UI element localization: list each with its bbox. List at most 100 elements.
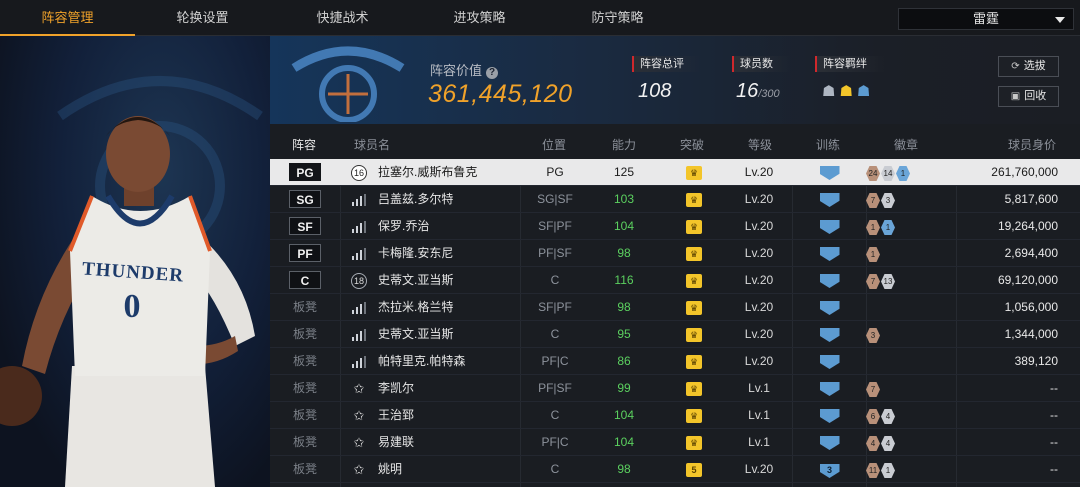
bond-icons[interactable]: ☗☗☗ (822, 82, 874, 100)
table-row[interactable]: PF 卡梅隆.安东尼 PF|SF 98 ♛ Lv.20 1 2,694,400 (270, 240, 1080, 267)
player-name[interactable]: 杰拉米.格兰特 (378, 294, 518, 321)
badge-icon[interactable]: 7 (866, 193, 880, 208)
breakthrough-cell: ♛ (662, 159, 726, 186)
slot-cell[interactable]: 板凳 (270, 402, 340, 429)
col-rating[interactable]: 能力 (612, 136, 636, 153)
player-icon-cell (348, 186, 370, 216)
col-training[interactable]: 训练 (816, 136, 840, 153)
badge-icon[interactable]: 24 (866, 166, 880, 181)
crown-icon: ♛ (686, 274, 702, 288)
player-name[interactable]: 易建联 (378, 429, 518, 456)
badge-icon[interactable]: 4 (866, 436, 880, 451)
tab-lineup[interactable]: 阵容管理 (0, 0, 135, 36)
table-row[interactable]: SF 保罗.乔治 SF|PF 104 ♛ Lv.20 1 1 19,264,000 (270, 213, 1080, 240)
table-row[interactable]: C 18 史蒂文.亚当斯 C 116 ♛ Lv.20 7 13 69,120,000 (270, 267, 1080, 294)
player-name[interactable]: 李凯尔 (378, 375, 518, 402)
slot-cell[interactable]: 板凳 (270, 294, 340, 321)
table-row[interactable]: 板凳 帕特里克.帕特森 PF|C 86 ♛ Lv.20 389,120 (270, 348, 1080, 375)
col-role[interactable]: 位置 (542, 136, 566, 153)
badge-icon[interactable]: 1 (881, 220, 895, 235)
breakthrough-cell: ♛ (662, 402, 726, 429)
tab-quick-tactics[interactable]: 快捷战术 (275, 0, 410, 36)
badge-icon[interactable]: 7 (866, 274, 880, 289)
badge-icon[interactable]: 13 (881, 274, 895, 289)
slot-cell[interactable]: 板凳 (270, 429, 340, 456)
player-name[interactable]: 帕特里克.帕特森 (378, 348, 518, 375)
col-value[interactable]: 球员身价 (1008, 136, 1056, 153)
slot-cell[interactable]: PG (270, 159, 340, 187)
player-name[interactable]: 王治郅 (378, 402, 518, 429)
col-badges[interactable]: 徽章 (894, 136, 918, 153)
slot-cell[interactable]: SF (270, 213, 340, 241)
badge-icon[interactable]: 1 (896, 166, 910, 181)
player-level: Lv.1 (748, 381, 770, 395)
training-shield-icon (819, 409, 840, 423)
player-name[interactable]: 拉塞尔.威斯布鲁克 (378, 159, 518, 186)
training-cell[interactable]: 3 (792, 456, 867, 483)
chevron-down-icon (1055, 17, 1065, 23)
badge-icon[interactable]: 1 (881, 463, 895, 478)
badge-icon[interactable]: 3 (881, 193, 895, 208)
slot-cell[interactable]: SG (270, 186, 340, 214)
player-position: SF|PF (538, 219, 572, 233)
badge-icon[interactable]: 14 (881, 166, 895, 181)
badge-icon[interactable]: 3 (866, 328, 880, 343)
table-row[interactable]: 板凳 ✩ 易建联 PF|C 104 ♛ Lv.1 4 4 -- (270, 429, 1080, 456)
player-level: Lv.20 (744, 327, 774, 341)
player-name[interactable]: 保罗.乔治 (378, 213, 518, 240)
table-row[interactable]: 板凳 ✩ 王治郅 C 104 ♛ Lv.1 6 4 -- (270, 402, 1080, 429)
slot-cell[interactable]: PF (270, 240, 340, 268)
bond-group-icon[interactable]: ☗ (822, 83, 839, 100)
tab-defense[interactable]: 防守策略 (550, 0, 685, 36)
table-row[interactable]: 板凳 杰拉米.格兰特 SF|PF 98 ♛ Lv.20 1,056,000 (270, 294, 1080, 321)
breakthrough-cell: ♛ (662, 348, 726, 375)
col-name[interactable]: 球员名 (354, 136, 390, 153)
slot-cell[interactable]: C (270, 267, 340, 295)
table-row[interactable]: PG 16 拉塞尔.威斯布鲁克 PG 125 ♛ Lv.20 24 14 1 261,760,000 (270, 159, 1080, 186)
team-dropdown[interactable]: 雷霆 (898, 8, 1074, 30)
badge-icon[interactable]: 1 (866, 247, 880, 262)
player-level: Lv.1 (748, 408, 770, 422)
lineup-summary: 阵容价值? 361,445,120 阵容总评 108 球员数 16/300 阵容… (270, 36, 1080, 124)
signal-bars-icon (352, 248, 366, 260)
tab-offense[interactable]: 进攻策略 (412, 0, 547, 36)
bond-group-icon[interactable]: ☗ (839, 83, 856, 100)
slot-cell[interactable]: 板凳 (270, 321, 340, 348)
badge-icon[interactable]: 1 (866, 220, 880, 235)
training-shield-icon (819, 355, 840, 369)
badge-icon[interactable]: 7 (866, 382, 880, 397)
player-level: Lv.20 (744, 273, 774, 287)
draft-button[interactable]: ⟳ 选拔 (998, 56, 1059, 77)
col-breakthrough[interactable]: 突破 (680, 136, 704, 153)
slot-cell[interactable]: 板凳 (270, 348, 340, 375)
top-nav: 阵容管理 轮换设置 快捷战术 进攻策略 防守策略 雷霆 (0, 0, 1080, 36)
player-name[interactable]: 吕盖兹.多尔特 (378, 186, 518, 213)
badge-icon[interactable]: 4 (881, 409, 895, 424)
col-level[interactable]: 等级 (748, 136, 772, 153)
player-value: -- (1050, 381, 1058, 395)
player-name[interactable]: 卡梅隆.安东尼 (378, 240, 518, 267)
bond-group-icon[interactable]: ☗ (857, 83, 874, 100)
badge-icon[interactable]: 11 (866, 463, 880, 478)
tab-rotation[interactable]: 轮换设置 (135, 0, 270, 36)
table-row[interactable]: 板凳 ✩ 姚明 C 98 5 Lv.20 3 11 1 -- (270, 456, 1080, 483)
player-name[interactable]: 史蒂文.亚当斯 (378, 267, 518, 294)
breakthrough-cell: ♛ (662, 375, 726, 402)
crown-icon: ♛ (686, 355, 702, 369)
player-name[interactable]: 姚明 (378, 456, 518, 483)
star-icon: ✩ (353, 462, 365, 477)
table-row[interactable]: 板凳 史蒂文.亚当斯 C 95 ♛ Lv.20 3 1,344,000 (270, 321, 1080, 348)
slot-cell[interactable]: 板凳 (270, 375, 340, 402)
breakthrough-cell: 5 (662, 456, 726, 483)
badge-icon[interactable]: 4 (881, 436, 895, 451)
col-slot[interactable]: 阵容 (292, 136, 316, 153)
table-row[interactable]: 板凳 ✩ 李凯尔 PF|SF 99 ♛ Lv.1 7 -- (270, 375, 1080, 402)
player-name[interactable]: 史蒂文.亚当斯 (378, 321, 518, 348)
slot-cell[interactable]: 板凳 (270, 456, 340, 483)
recycle-button[interactable]: ▣ 回收 (998, 86, 1059, 107)
player-rating: 103 (613, 192, 635, 206)
help-icon[interactable]: ? (486, 67, 499, 79)
jersey-number-icon: 18 (351, 273, 367, 289)
table-row[interactable]: SG 吕盖兹.多尔特 SG|SF 103 ♛ Lv.20 7 3 5,817,600 (270, 186, 1080, 213)
badge-icon[interactable]: 6 (866, 409, 880, 424)
